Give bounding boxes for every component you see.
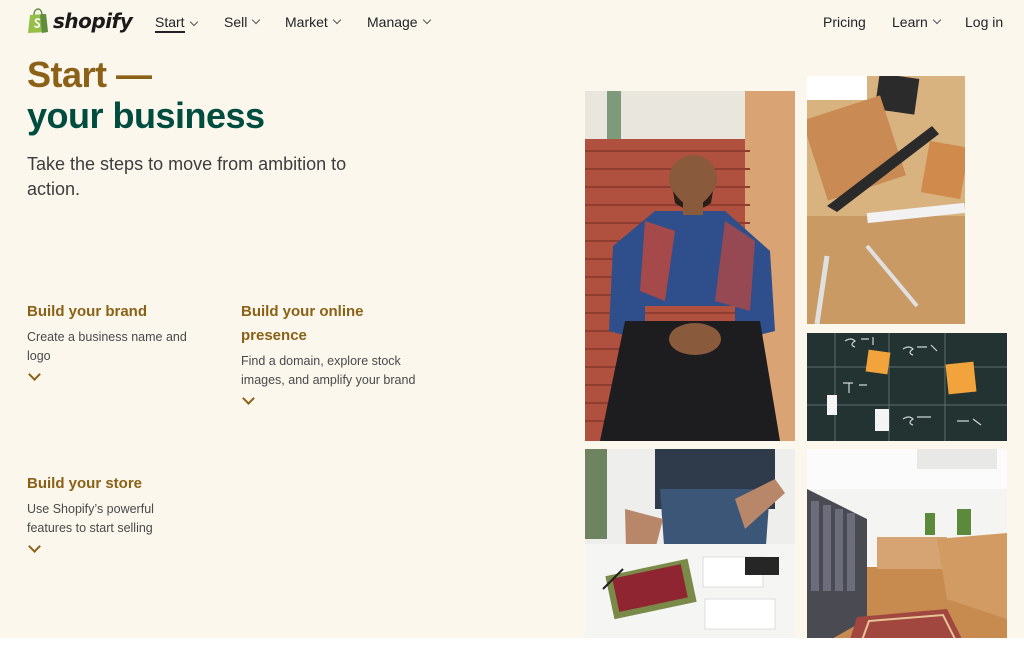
chalkboard-sticky-notes-photo xyxy=(807,333,1007,441)
nav-pricing-label: Pricing xyxy=(823,14,866,30)
nav-manage-label: Manage xyxy=(367,14,418,30)
hero-subtitle: Take the steps to move from ambition to … xyxy=(27,154,347,199)
feature-title[interactable]: Build your brand xyxy=(27,300,197,324)
feature-description: Find a domain, explore stock images, and… xyxy=(241,354,416,387)
shopify-logo[interactable]: shopify xyxy=(27,8,133,34)
nav-market[interactable]: Market xyxy=(285,14,342,30)
clothing-store-interior-photo xyxy=(807,449,1007,653)
page-bottom-band xyxy=(0,638,1024,660)
chevron-down-icon[interactable] xyxy=(28,540,41,553)
nav-pricing[interactable]: Pricing xyxy=(823,14,866,30)
feature-description: Create a business name and logo xyxy=(27,330,187,363)
nav-manage[interactable]: Manage xyxy=(367,14,431,30)
chevron-down-icon xyxy=(252,15,261,25)
feature-title[interactable]: Build your store xyxy=(27,472,197,496)
man-on-stairs-photo xyxy=(585,91,795,441)
nav-login[interactable]: Log in xyxy=(965,14,1003,30)
feature-store: Build your store Use Shopify’s powerful … xyxy=(27,472,197,553)
feature-brand: Build your brand Create a business name … xyxy=(27,300,197,381)
feature-title[interactable]: Build your online presence xyxy=(241,300,421,348)
nav-learn[interactable]: Learn xyxy=(892,14,942,30)
chevron-down-icon xyxy=(332,15,342,25)
notebooks-on-desk-photo xyxy=(807,76,965,324)
chevron-down-icon[interactable] xyxy=(28,368,41,381)
chevron-down-icon xyxy=(932,15,942,25)
nav-sell[interactable]: Sell xyxy=(224,14,261,30)
nav-learn-label: Learn xyxy=(892,14,928,30)
nav-start-label: Start xyxy=(155,14,185,33)
feature-online-presence: Build your online presence Find a domain… xyxy=(241,300,421,405)
chevron-down-icon[interactable] xyxy=(242,392,255,405)
shopping-bag-icon xyxy=(28,8,48,33)
nav-sell-label: Sell xyxy=(224,14,248,30)
nav-login-label: Log in xyxy=(965,14,1004,30)
hero-title-line1: Start — xyxy=(27,54,152,95)
hero-title-line2: your business xyxy=(27,95,265,136)
person-at-table-with-notebooks-photo xyxy=(585,449,795,653)
logo-wordmark: shopify xyxy=(53,9,133,33)
chevron-down-icon xyxy=(189,17,198,26)
top-nav: shopify Start Sell Market Manage Pricing… xyxy=(0,0,1024,44)
nav-market-label: Market xyxy=(285,14,328,30)
feature-description: Use Shopify’s powerful features to start… xyxy=(27,502,154,535)
nav-start[interactable]: Start xyxy=(155,14,198,33)
chevron-down-icon xyxy=(422,15,431,25)
